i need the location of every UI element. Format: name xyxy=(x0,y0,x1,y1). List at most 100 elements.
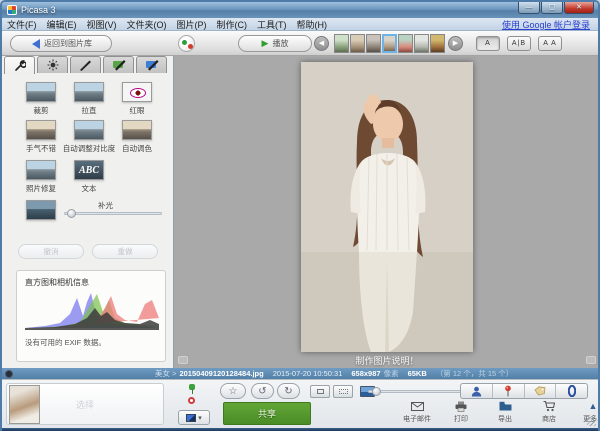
fit-view-button[interactable] xyxy=(310,385,330,398)
minimize-button[interactable]: — xyxy=(518,2,540,14)
rotate-left-button[interactable]: ↺ xyxy=(251,383,274,399)
filmstrip-thumb[interactable] xyxy=(430,34,445,53)
view-split-button[interactable]: A|B xyxy=(507,36,531,51)
tab-effects-3[interactable] xyxy=(136,56,167,73)
menu-view[interactable]: 视图(V) xyxy=(82,18,122,31)
filmstrip-thumb-selected[interactable] xyxy=(382,34,397,53)
tool-crop[interactable]: 裁剪 xyxy=(14,82,68,116)
hold-pin-icon[interactable] xyxy=(188,384,197,393)
photo-viewer: 制作图片说明！ xyxy=(174,56,600,368)
photo-tray[interactable]: 选择 xyxy=(6,383,164,425)
caption-tool-icon[interactable] xyxy=(178,356,188,364)
google-login-link[interactable]: 使用 Google 帐户登录 xyxy=(502,18,590,31)
straighten-thumb-icon xyxy=(74,82,104,102)
back-to-library-button[interactable]: 返回到图片库 xyxy=(10,35,112,52)
actual-size-button[interactable] xyxy=(333,385,353,398)
play-button-label: 播放 xyxy=(272,38,288,49)
play-button[interactable]: ▶ 播放 xyxy=(238,35,312,52)
email-icon xyxy=(411,402,424,411)
wrench-icon xyxy=(14,60,26,72)
tab-basic-fixes[interactable] xyxy=(4,56,35,74)
statusbar: 美女 > 20150409120128484.jpg 2015-07-20 10… xyxy=(2,368,598,379)
tool-label: 裁剪 xyxy=(14,105,68,116)
view-single-button[interactable]: A xyxy=(476,36,500,51)
tool-text[interactable]: ABC 文本 xyxy=(62,160,116,194)
camera-icon xyxy=(5,370,13,378)
filmstrip-thumb[interactable] xyxy=(334,34,349,53)
zoom-slider[interactable] xyxy=(368,390,464,393)
text-thumb-icon: ABC xyxy=(74,160,104,180)
view-sidebyside-button[interactable]: A A xyxy=(538,36,562,51)
filmstrip-thumb[interactable] xyxy=(350,34,365,53)
shop-action[interactable]: 商店 xyxy=(532,400,566,424)
menu-tools[interactable]: 工具(T) xyxy=(252,18,292,31)
info-icon xyxy=(568,385,576,397)
status-folder[interactable]: 美女 > xyxy=(155,368,176,379)
window-title: Picasa 3 xyxy=(21,5,56,15)
resize-grip[interactable] xyxy=(587,417,596,426)
properties-button[interactable] xyxy=(556,384,587,398)
redo-button[interactable]: 重做 xyxy=(92,244,158,259)
tool-auto-contrast[interactable]: 自动调整对比度 xyxy=(62,120,116,154)
prev-photo-button[interactable]: ◀ xyxy=(314,36,329,51)
close-button[interactable]: ✕ xyxy=(564,2,594,14)
brush-green-icon xyxy=(112,59,126,71)
tab-effects-1[interactable] xyxy=(70,56,101,73)
export-action[interactable]: 导出 xyxy=(488,400,522,424)
undo-button[interactable]: 撤消 xyxy=(18,244,84,259)
filmstrip-thumb[interactable] xyxy=(414,34,429,53)
maximize-button[interactable]: ▢ xyxy=(541,2,563,14)
zoom-slider-knob[interactable] xyxy=(372,387,381,396)
auto-contrast-thumb-icon xyxy=(74,120,104,140)
status-filename: 20150409120128484.jpg xyxy=(179,369,263,378)
tag-icon xyxy=(534,386,546,396)
fill-light-slider-knob[interactable] xyxy=(67,209,76,218)
current-photo[interactable] xyxy=(301,62,473,352)
filmstrip-thumb[interactable] xyxy=(398,34,413,53)
people-button[interactable] xyxy=(461,384,493,398)
tool-label: 自动调整对比度 xyxy=(62,143,116,154)
menu-folder[interactable]: 文件夹(O) xyxy=(122,18,172,31)
tab-effects-2[interactable] xyxy=(103,56,134,73)
tool-label: 文本 xyxy=(62,183,116,194)
dropdown-arrow-icon: ▾ xyxy=(198,414,202,422)
tool-label: 拉直 xyxy=(62,105,116,116)
clear-tray-icon[interactable] xyxy=(188,397,195,404)
email-action[interactable]: 电子邮件 xyxy=(400,400,434,424)
tab-tuning[interactable] xyxy=(37,56,68,73)
menu-edit[interactable]: 编辑(E) xyxy=(42,18,82,31)
picasa-window: Picasa 3 — ▢ ✕ 文件(F) 编辑(E) 视图(V) 文件夹(O) … xyxy=(0,0,600,431)
photo-caption-placeholder[interactable]: 制作图片说明！ xyxy=(192,354,582,367)
tool-redeye[interactable]: 红眼 xyxy=(110,82,164,116)
tool-straighten[interactable]: 拉直 xyxy=(62,82,116,116)
action-label: 导出 xyxy=(488,414,522,424)
print-action[interactable]: 打印 xyxy=(444,400,478,424)
next-photo-button[interactable]: ▶ xyxy=(448,36,463,51)
status-filesize: 65KB xyxy=(408,369,427,378)
tool-retouch[interactable]: 照片修复 xyxy=(14,160,68,194)
filmstrip-thumb[interactable] xyxy=(366,34,381,53)
menu-create[interactable]: 制作(C) xyxy=(212,18,253,31)
places-button[interactable] xyxy=(493,384,525,398)
tool-label: 手气不错 xyxy=(14,143,68,154)
tags-button[interactable] xyxy=(525,384,557,398)
menu-file[interactable]: 文件(F) xyxy=(2,18,42,31)
bottom-action-bar: 选择 ▾ ☆ ↺ ↻ xyxy=(2,379,598,428)
tool-label: 自动调色 xyxy=(110,143,164,154)
share-button[interactable]: 共享 xyxy=(223,402,311,425)
menu-picture[interactable]: 图片(P) xyxy=(172,18,212,31)
tool-lucky[interactable]: 手气不错 xyxy=(14,120,68,154)
caption-option-icon[interactable] xyxy=(586,356,596,364)
tray-dropdown-button[interactable]: ▾ xyxy=(178,410,210,425)
menu-help[interactable]: 帮助(H) xyxy=(292,18,333,31)
tool-auto-color[interactable]: 自动调色 xyxy=(110,120,164,154)
fit-view-icon xyxy=(317,389,324,394)
tool-label: 红眼 xyxy=(110,105,164,116)
fill-light-slider[interactable] xyxy=(64,212,162,215)
rotate-right-button[interactable]: ↻ xyxy=(277,383,300,399)
status-datetime: 2015-07-20 10:50:31 xyxy=(273,369,343,378)
pencil-icon xyxy=(79,59,92,71)
star-button[interactable]: ☆ xyxy=(220,383,246,399)
sun-icon xyxy=(47,59,59,71)
toolbar: 返回到图片库 ▶ 播放 ◀ ▶ A A|B A A xyxy=(2,31,598,56)
